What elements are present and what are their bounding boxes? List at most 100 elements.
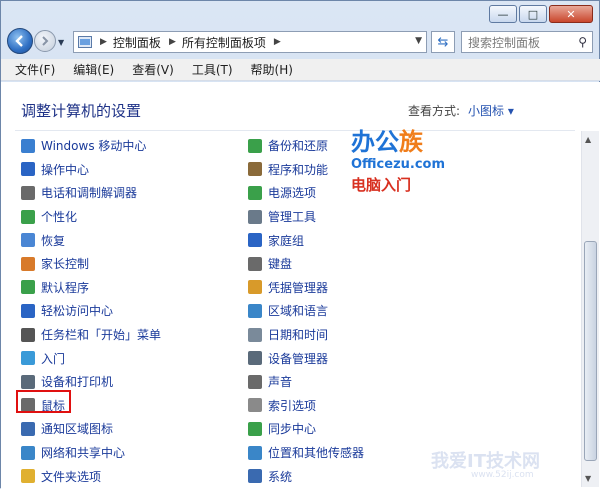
vertical-scrollbar[interactable]: ▲ ▼	[581, 131, 599, 487]
control-panel-item[interactable]: 管理工具	[248, 205, 364, 229]
control-panel-item[interactable]: 区域和语言	[248, 299, 364, 323]
control-panel-item[interactable]: 备份和还原	[248, 134, 364, 158]
control-panel-item[interactable]: 任务栏和「开始」菜单	[21, 323, 161, 347]
control-panel-item[interactable]: 同步中心	[248, 417, 364, 441]
control-panel-item-label: 日期和时间	[268, 328, 329, 343]
search-input[interactable]: 搜索控制面板 ⚲	[461, 31, 593, 53]
search-icon[interactable]: ⚲	[578, 35, 587, 49]
control-panel-item-label: 凭据管理器	[268, 280, 329, 295]
control-panel-item-label: 同步中心	[268, 422, 317, 437]
control-panel-item-label: 家庭组	[268, 233, 305, 248]
sensor-icon	[248, 445, 262, 460]
control-panel-item[interactable]: 家长控制	[21, 252, 161, 276]
control-panel-folder-icon	[78, 36, 92, 48]
control-panel-item-label: 程序和功能	[268, 162, 329, 177]
taskbar-icon	[21, 327, 35, 342]
network-icon	[21, 445, 35, 460]
mouse-item-highlight	[16, 390, 71, 413]
control-panel-item-label: 位置和其他传感器	[268, 446, 365, 461]
content-pane: 调整计算机的设置 查看方式: 小图标 ▾ Windows 移动中心 操作中心 电话和…	[1, 82, 600, 489]
control-panel-item[interactable]: 系统	[248, 464, 364, 488]
breadcrumb-separator-icon[interactable]: ▶	[100, 37, 107, 47]
power-icon	[248, 185, 262, 200]
default-programs-icon	[21, 280, 35, 295]
control-panel-item[interactable]: 电话和调制解调器	[21, 181, 161, 205]
control-panel-item[interactable]: 位置和其他传感器	[248, 441, 364, 465]
control-panel-item[interactable]: 个性化	[21, 205, 161, 229]
clock-icon	[248, 327, 262, 342]
printer-icon	[21, 374, 35, 389]
sound-icon	[248, 374, 262, 389]
control-panel-item[interactable]: 文件夹选项	[21, 464, 161, 488]
control-panel-item[interactable]: 声音	[248, 370, 364, 394]
items-column-left: Windows 移动中心操作中心电话和调制解调器个性化恢复家长控制默认程序轻松访…	[21, 134, 161, 488]
caption-buttons: — □ ✕	[487, 5, 593, 23]
control-panel-item-label: 设备管理器	[268, 351, 329, 366]
control-panel-item[interactable]: 轻松访问中心	[21, 299, 161, 323]
control-panel-item-label: 操作中心	[41, 162, 90, 177]
menu-bar: 文件(F) 编辑(E) 查看(V) 工具(T) 帮助(H)	[1, 59, 600, 81]
breadcrumb-all-items[interactable]: 所有控制面板项	[182, 34, 266, 51]
watermark-logo-a: 办公	[351, 128, 399, 156]
breadcrumb-separator-icon[interactable]: ▶	[169, 37, 176, 47]
maximize-button[interactable]: □	[519, 5, 547, 23]
recent-pages-dropdown-icon[interactable]: ▼	[58, 38, 64, 47]
scroll-down-icon[interactable]: ▼	[585, 474, 591, 483]
control-panel-item-label: 家长控制	[41, 257, 90, 272]
menu-view[interactable]: 查看(V)	[132, 61, 174, 78]
control-panel-item[interactable]: 入门	[21, 346, 161, 370]
control-panel-item-label: 默认程序	[41, 280, 90, 295]
control-panel-item[interactable]: 日期和时间	[248, 323, 364, 347]
control-panel-item[interactable]: Windows 移动中心	[21, 134, 161, 158]
control-panel-item-label: 恢复	[41, 233, 66, 248]
items-column-right: 备份和还原程序和功能电源选项管理工具家庭组键盘凭据管理器区域和语言日期和时间设备…	[248, 134, 364, 488]
notification-icon	[21, 421, 35, 436]
sync-icon	[248, 421, 262, 436]
control-panel-item[interactable]: 电源选项	[248, 181, 364, 205]
view-by-dropdown[interactable]: 小图标 ▾	[468, 102, 514, 119]
control-panel-item-label: 电话和调制解调器	[41, 186, 138, 201]
control-panel-item-label: 设备和打印机	[41, 375, 114, 390]
control-panel-item[interactable]: 设备管理器	[248, 346, 364, 370]
flag-icon	[21, 162, 35, 177]
ease-access-icon	[21, 303, 35, 318]
personalize-icon	[21, 209, 35, 224]
control-panel-item[interactable]: 默认程序	[21, 276, 161, 300]
watermark-url: Officezu.com	[351, 157, 446, 172]
close-button[interactable]: ✕	[549, 5, 593, 23]
menu-tools[interactable]: 工具(T)	[192, 61, 233, 78]
control-panel-item[interactable]: 程序和功能	[248, 158, 364, 182]
refresh-button[interactable]: ⇆	[431, 31, 455, 53]
control-panel-item[interactable]: 索引选项	[248, 394, 364, 418]
forward-button[interactable]	[34, 30, 56, 52]
breadcrumb-control-panel[interactable]: 控制面板	[113, 34, 161, 51]
control-panel-item[interactable]: 键盘	[248, 252, 364, 276]
watermark-bottom-url: www.52ij.com	[471, 470, 534, 480]
breadcrumb-separator-icon[interactable]: ▶	[274, 37, 281, 47]
address-bar[interactable]: ▶ 控制面板 ▶ 所有控制面板项 ▶ ▼	[73, 31, 427, 53]
control-panel-item-label: 管理工具	[268, 210, 317, 225]
back-arrow-icon	[15, 35, 23, 47]
menu-edit[interactable]: 编辑(E)	[73, 61, 114, 78]
scroll-up-icon[interactable]: ▲	[585, 135, 591, 144]
menu-file[interactable]: 文件(F)	[15, 61, 55, 78]
control-panel-item[interactable]: 凭据管理器	[248, 276, 364, 300]
folder-options-icon	[21, 469, 35, 484]
menu-help[interactable]: 帮助(H)	[251, 61, 293, 78]
close-icon: ✕	[566, 7, 576, 21]
control-panel-item-label: 系统	[268, 469, 293, 484]
back-button[interactable]	[7, 28, 33, 54]
control-panel-item-label: 轻松访问中心	[41, 304, 114, 319]
address-dropdown-icon[interactable]: ▼	[415, 36, 422, 46]
minimize-button[interactable]: —	[489, 5, 517, 23]
control-panel-item-label: 网络和共享中心	[41, 446, 126, 461]
control-panel-item[interactable]: 操作中心	[21, 158, 161, 182]
homegroup-icon	[248, 233, 262, 248]
control-panel-item[interactable]: 恢复	[21, 228, 161, 252]
control-panel-item[interactable]: 通知区域图标	[21, 417, 161, 441]
control-panel-item[interactable]: 网络和共享中心	[21, 441, 161, 465]
control-panel-item-label: 任务栏和「开始」菜单	[41, 328, 162, 343]
phone-icon	[21, 185, 35, 200]
control-panel-item[interactable]: 家庭组	[248, 228, 364, 252]
scrollbar-thumb[interactable]	[584, 241, 597, 461]
